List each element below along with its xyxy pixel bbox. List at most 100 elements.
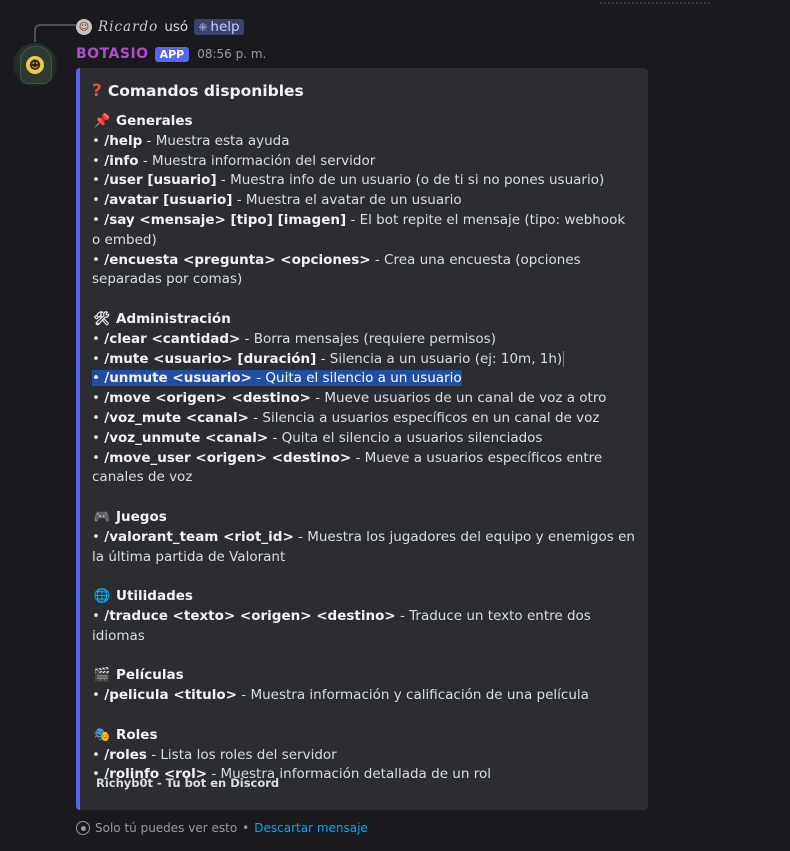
apps-icon: ⁜ (198, 20, 208, 34)
command-description: - Muestra información y calificación de … (237, 687, 589, 704)
bullet: • (92, 211, 105, 228)
message-header: BOTASIO APP 08:56 p. m. (76, 44, 266, 64)
command-name: /say <mensaje> [tipo] [imagen] (104, 211, 347, 228)
command-description: - Mueve usuarios de un canal de voz a ot… (310, 390, 607, 407)
command-description: - Silencia a usuarios específicos en un … (248, 409, 600, 426)
section-title-text: Roles (116, 726, 158, 743)
command-row: • /roles - Lista los roles del servidor (92, 746, 637, 766)
command-name: /valorant_team <riot_id> (104, 528, 294, 545)
section-title: 📌 Generales (92, 112, 637, 132)
message-timestamp[interactable]: 08:56 p. m. (197, 47, 266, 61)
app-badge: APP (154, 46, 190, 62)
command-row: • /avatar [usuario] - Muestra el avatar … (92, 191, 637, 211)
command-name: /move <origen> <destino> (104, 390, 311, 407)
eye-icon (76, 821, 90, 835)
bullet: • (92, 607, 105, 624)
pushpin-icon: 📌 (93, 113, 111, 129)
bot-avatar[interactable]: ☻ (13, 43, 57, 87)
command-row: • /pelicula <titulo> - Muestra informaci… (92, 686, 637, 706)
ephemeral-separator: • (242, 821, 250, 835)
command-name: /voz_mute <canal> (104, 409, 249, 426)
section-title-text: Utilidades (116, 588, 193, 605)
section-title-text: Administración (116, 310, 231, 327)
dismiss-message-link[interactable]: Descartar mensaje (254, 821, 368, 835)
bot-name[interactable]: BOTASIO (76, 46, 149, 62)
bullet: • (92, 409, 105, 426)
bullet: • (92, 132, 105, 149)
section-title-text: Generales (116, 113, 193, 129)
text-cursor (563, 350, 565, 367)
section-title: 🎬 Películas (92, 666, 637, 686)
section-title: 🌐 Utilidades (92, 587, 637, 607)
embed-title-text: Comandos disponibles (107, 82, 304, 100)
command-row: • /traduce <texto> <origen> <destino> - … (92, 607, 637, 647)
command-description: - Muestra info de un usuario (o de ti si… (216, 172, 605, 189)
smiley-face-icon: ☻ (26, 56, 44, 74)
reply-connector (34, 24, 76, 42)
reply-username[interactable]: Ricardo (98, 19, 158, 35)
command-row: • /clear <cantidad> - Borra mensajes (re… (92, 330, 637, 350)
bullet: • (92, 251, 105, 268)
command-row: • /info - Muestra información del servid… (92, 152, 637, 172)
section-title: 🛠 Administración (92, 310, 637, 330)
command-row: • /voz_mute <canal> - Silencia a usuario… (92, 409, 637, 429)
ephemeral-text: Solo tú puedes ver esto (95, 821, 238, 835)
theater-masks-icon: 🎭 (93, 726, 111, 743)
bullet: • (92, 192, 105, 209)
command-name: /move_user <origen> <destino> (104, 449, 352, 466)
command-row: • /help - Muestra esta ayuda (92, 132, 637, 152)
globe-icon: 🌐 (93, 588, 111, 605)
command-description: - Muestra información del servidor (138, 152, 376, 169)
command-name: /unmute <usuario> (104, 370, 252, 387)
command-name: /mute <usuario> [duración] (104, 350, 317, 367)
command-name: /help (104, 132, 143, 149)
bullet: • (92, 528, 105, 545)
bullet: • (92, 330, 105, 347)
command-row: • /unmute <usuario> - Quita el silencio … (92, 369, 637, 389)
section-title-text: Películas (116, 667, 184, 684)
command-name: /user [usuario] (104, 172, 217, 189)
command-description: - Quita el silencio a un usuario (251, 370, 462, 387)
command-row: • /say <mensaje> [tipo] [imagen] - El bo… (92, 211, 637, 251)
command-row: • /encuesta <pregunta> <opciones> - Crea… (92, 251, 637, 291)
command-row: • /move <origen> <destino> - Mueve usuar… (92, 389, 637, 409)
question-mark-icon: ? (92, 81, 102, 101)
command-pill[interactable]: ⁜ help (194, 19, 244, 35)
command-description: - Borra mensajes (requiere permisos) (240, 330, 496, 347)
command-name: /info (104, 152, 139, 169)
command-name: /clear <cantidad> (104, 330, 241, 347)
command-row: • /move_user <origen> <destino> - Mueve … (92, 449, 637, 489)
section-title: 🎭 Roles (92, 726, 637, 746)
tools-icon: 🛠 (93, 310, 111, 327)
help-embed: ? Comandos disponibles 📌 Generales • /help… (76, 68, 648, 810)
embed-description: 📌 Generales • /help - Muestra esta ayuda • … (92, 112, 637, 785)
game-controller-icon: 🎮 (93, 508, 111, 525)
section-title-text: Juegos (116, 508, 167, 525)
command-name: /traduce <texto> <origen> <destino> (104, 607, 396, 624)
command-description: - Lista los roles del servidor (146, 746, 337, 763)
user-avatar-icon[interactable]: ☺ (76, 19, 92, 35)
top-divider (0, 0, 790, 14)
command-name: /voz_unmute <canal> (104, 429, 269, 446)
bullet: • (92, 429, 105, 446)
command-name: /roles (104, 746, 147, 763)
command-name: /avatar [usuario] (104, 192, 233, 209)
bullet: • (92, 172, 105, 189)
command-description: - Muestra el avatar de un usuario (232, 192, 462, 209)
bullet: • (92, 350, 105, 367)
clapper-board-icon: 🎬 (93, 667, 111, 684)
command-name: /encuesta <pregunta> <opciones> (104, 251, 371, 268)
command-row: • /mute <usuario> [duración] - Silencia … (92, 350, 637, 370)
command-row: • /valorant_team <riot_id> - Muestra los… (92, 528, 637, 568)
bullet: • (92, 390, 105, 407)
bullet: • (92, 449, 105, 466)
bullet: • (92, 687, 105, 704)
command-name: /pelicula <titulo> (104, 687, 237, 704)
command-description: - Muestra esta ayuda (142, 132, 290, 149)
section-title: 🎮 Juegos (92, 508, 637, 528)
